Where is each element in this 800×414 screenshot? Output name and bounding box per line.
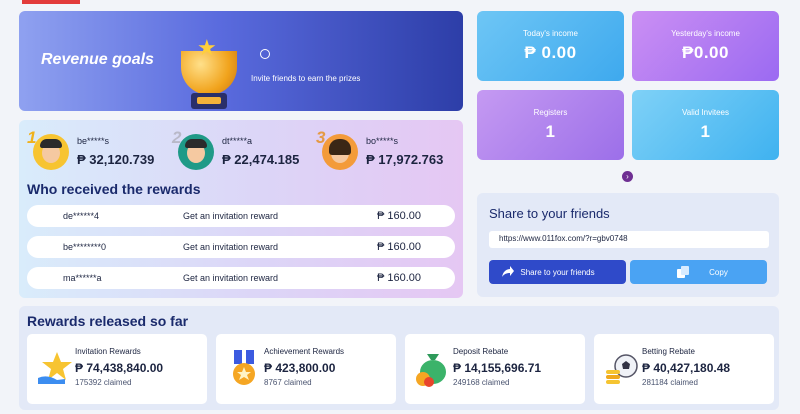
reward-desc: Get an invitation reward [183,273,279,283]
list-item: be********0 Get an invitation reward ₱ 1… [27,236,455,258]
avatar [33,134,69,170]
rank-badge: 1 [27,128,37,147]
card-value: ₱ 423,800.00 [264,361,336,375]
rank-badge: 2 [172,128,182,147]
card-label: Achievement Rewards [264,347,345,356]
card-label: Betting Rebate [642,347,695,356]
winner-name: dt*****a [222,136,253,146]
card-claimed: 8767 claimed [264,378,312,387]
avatar [322,134,358,170]
winner-amount: ₱ 22,474.185 [222,152,300,167]
coins-ball-icon [606,354,638,384]
stat-label: Registers [533,108,568,117]
stat-yesterday-income: Yesterday's income ₱0.00 [632,11,779,81]
reward-amount: ₱ 160.00 [376,210,421,222]
stat-registers: Registers 1 [477,90,624,160]
clock-icon [260,49,270,59]
medal-icon [233,350,255,385]
share-button[interactable]: Share to your friends [489,260,626,284]
carousel-next-icon[interactable]: › [622,171,633,182]
revenue-goals-banner: Revenue goals ★ Invite friends to earn t… [19,11,463,111]
reward-user: be********0 [63,242,107,252]
reward-amount: ₱ 160.00 [376,272,421,284]
card-claimed: 249168 claimed [453,378,510,387]
banner-title: Revenue goals [41,51,154,68]
share-panel: Share to your friends https://www.011fox… [477,193,779,297]
reward-user: de******4 [63,211,100,221]
card-claimed: 281184 claimed [642,378,698,387]
top-tab-indicator [22,0,80,4]
reward-card-deposit: Deposit Rebate ₱ 14,155,696.71 249168 cl… [405,334,585,404]
share-title: Share to your friends [489,206,610,221]
winner-name: be*****s [77,136,110,146]
copy-button[interactable]: Copy [630,260,767,284]
stat-valid-invitees: Valid Invitees 1 [632,90,779,160]
reward-card-achievement: Achievement Rewards ₱ 423,800.00 8767 cl… [216,334,396,404]
stat-label: Today's income [523,29,578,38]
released-title: Rewards released so far [27,313,189,329]
stat-today-income: Today's income ₱ 0.00 [477,11,624,81]
winner-amount: ₱ 17,972.763 [366,152,444,167]
card-label: Deposit Rebate [453,347,509,356]
reward-desc: Get an invitation reward [183,211,279,221]
money-bag-icon [416,354,446,387]
reward-desc: Get an invitation reward [183,242,279,252]
list-item: ma******a Get an invitation reward ₱ 160… [27,267,455,289]
reward-user: ma******a [63,273,102,283]
stat-label: Yesterday's income [671,29,740,38]
card-value: ₱ 40,427,180.48 [642,361,731,375]
card-value: ₱ 14,155,696.71 [453,361,542,375]
card-label: Invitation Rewards [75,347,141,356]
trophy-icon: ★ [177,33,241,111]
avatar [178,134,214,170]
rewards-title: Who received the rewards [27,181,201,197]
card-value: ₱ 74,438,840.00 [75,361,164,375]
stat-value: 1 [545,122,556,141]
copy-button-label: Copy [709,268,728,277]
banner-subtitle: Invite friends to earn the prizes [251,74,361,83]
stat-value: ₱0.00 [682,43,729,62]
stat-value: 1 [700,122,711,141]
reward-card-invitation: Invitation Rewards ₱ 74,438,840.00 17539… [27,334,207,404]
winner-amount: ₱ 32,120.739 [77,152,155,167]
rank-badge: 3 [316,128,326,147]
share-button-label: Share to your friends [520,268,595,277]
share-link-field[interactable]: https://www.011fox.com/?r=gbv0748 [489,231,769,248]
reward-amount: ₱ 160.00 [376,241,421,253]
star-hand-icon [38,352,72,384]
stat-label: Valid Invitees [682,108,729,117]
stat-value: ₱ 0.00 [524,43,577,62]
reward-card-betting: Betting Rebate ₱ 40,427,180.48 281184 cl… [594,334,774,404]
winner-name: bo*****s [366,136,399,146]
card-claimed: 175392 claimed [75,378,132,387]
list-item: de******4 Get an invitation reward ₱ 160… [27,205,455,227]
